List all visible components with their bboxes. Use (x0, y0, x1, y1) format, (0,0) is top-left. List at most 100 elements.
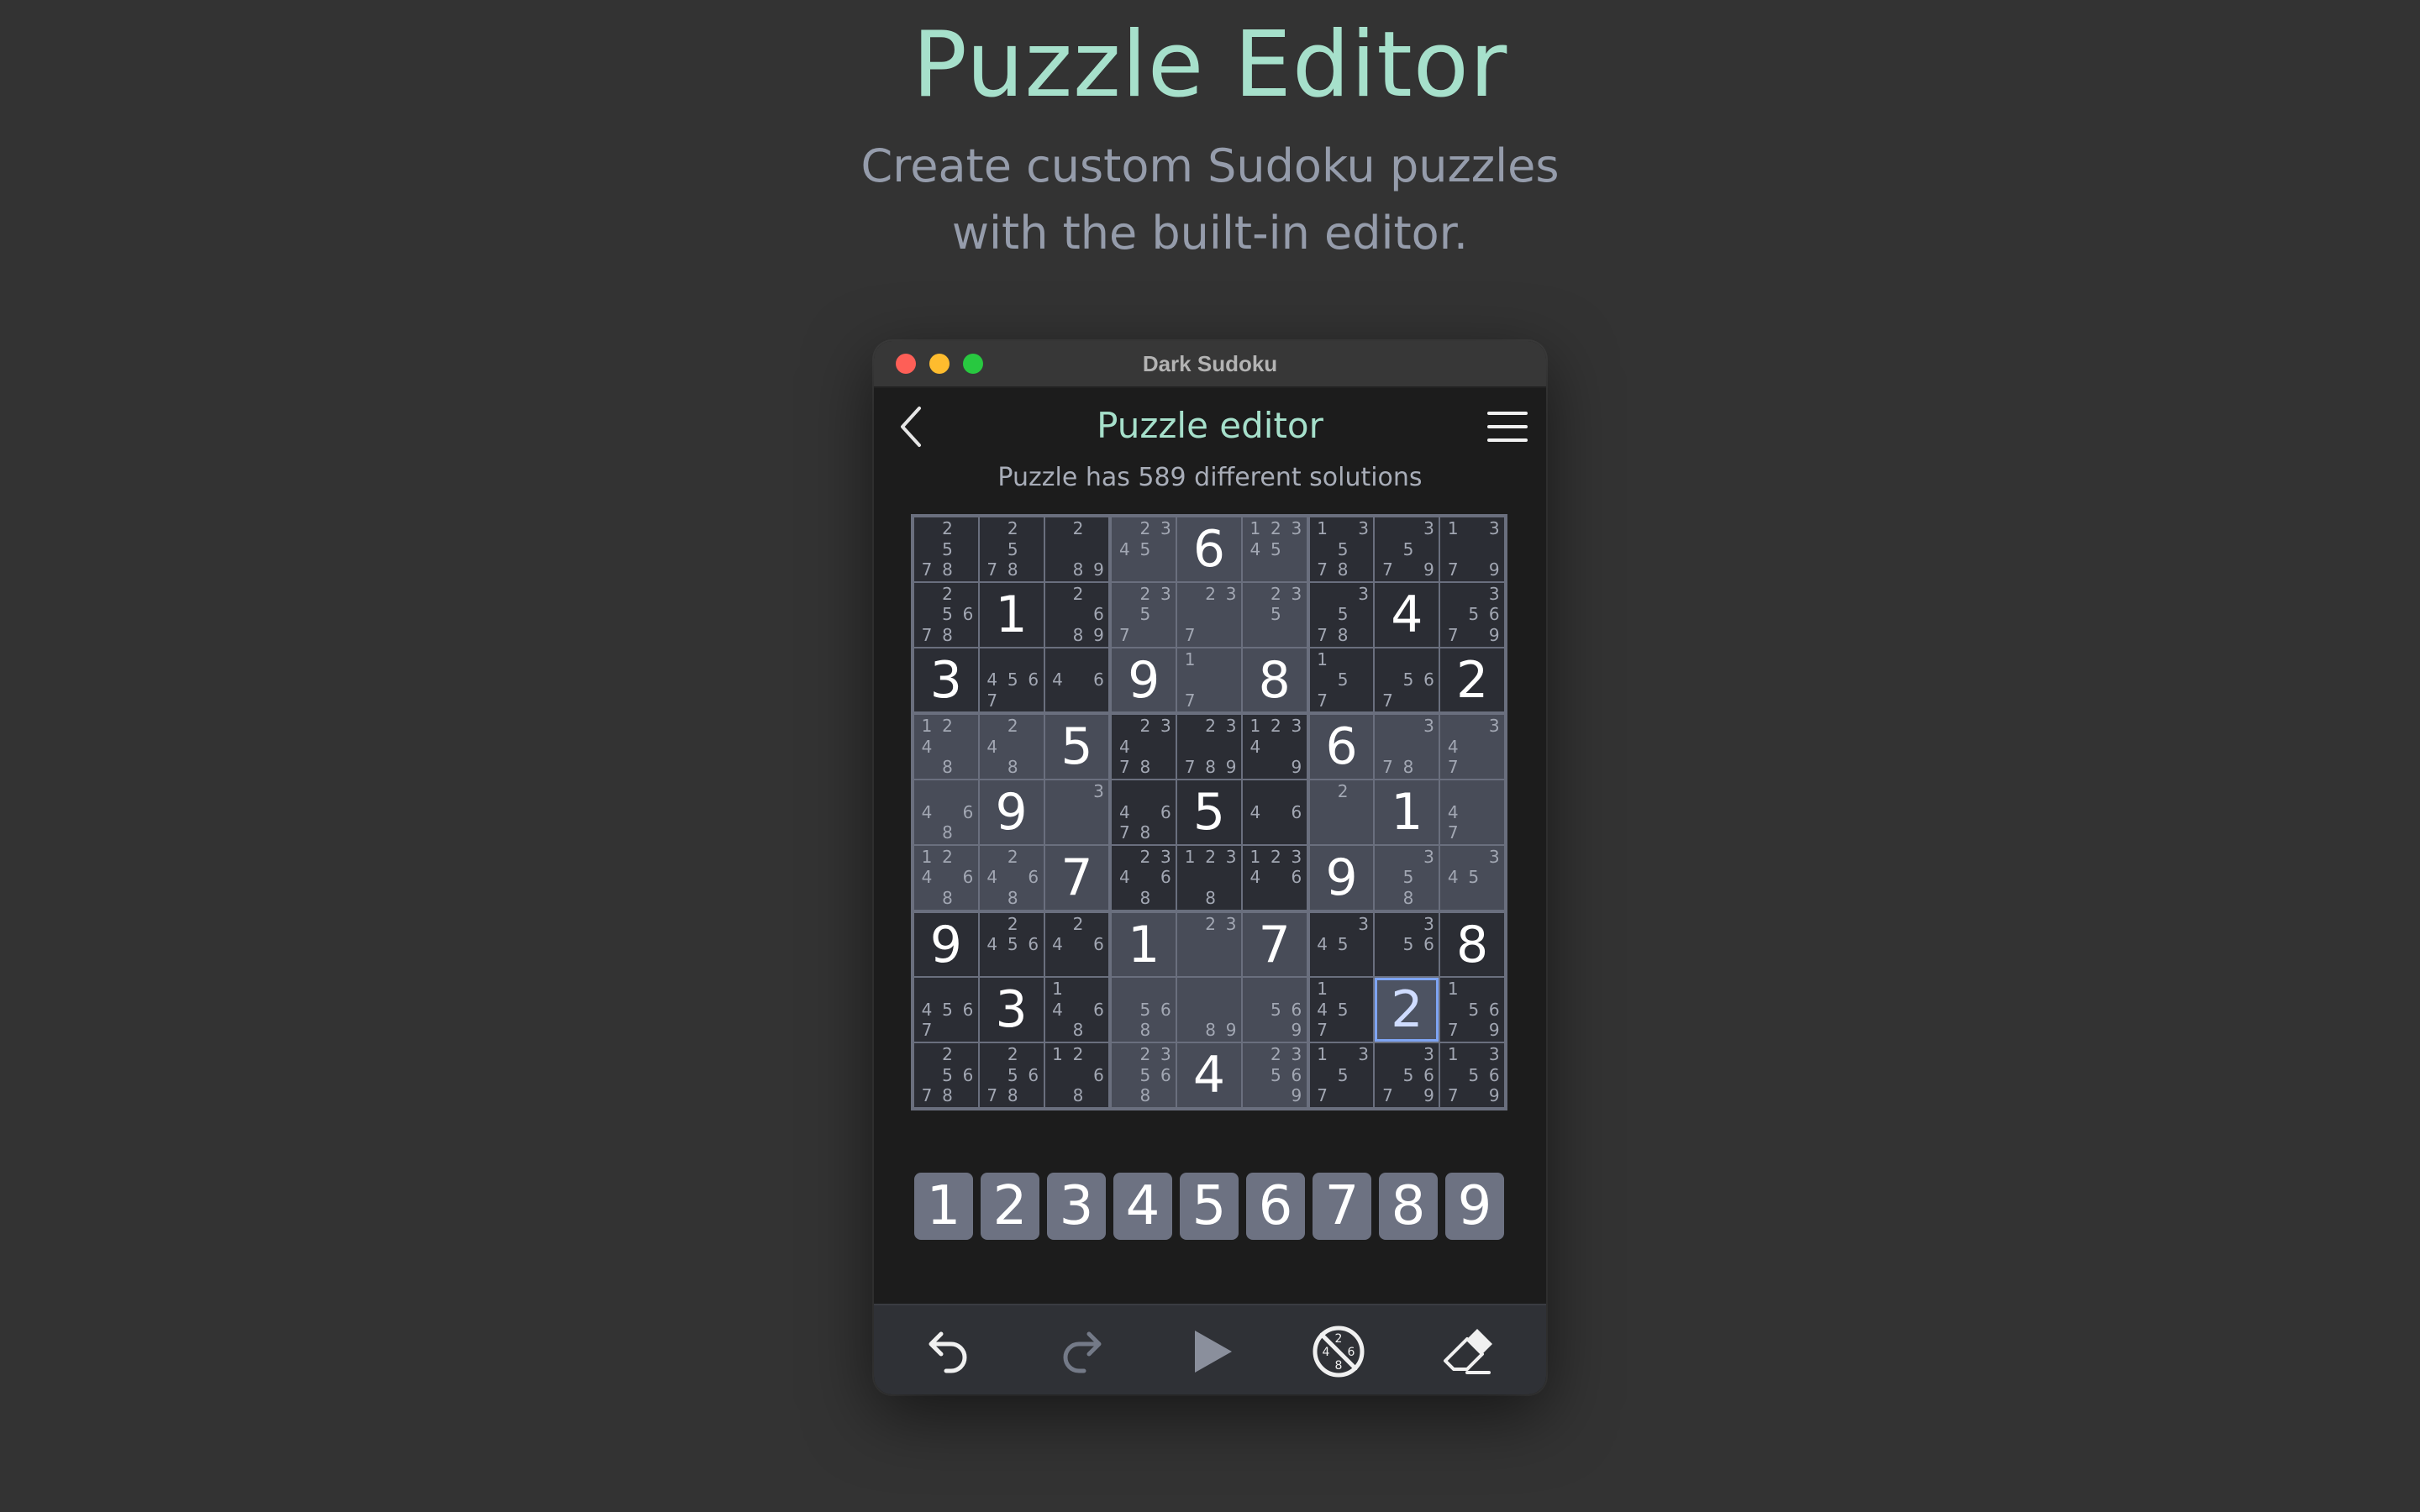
cell-r4c9[interactable]: 3 47 (1440, 715, 1504, 780)
cell-r7c7[interactable]: 3 45 (1309, 912, 1374, 977)
candidate-6: 6 (962, 801, 974, 822)
cell-r7c8[interactable]: 356 (1375, 912, 1439, 977)
cell-r6c7[interactable]: 9 (1309, 845, 1374, 910)
number-key-1[interactable]: 1 (914, 1173, 973, 1240)
eraser-button[interactable] (1437, 1322, 1496, 1381)
toggle-candidates-button[interactable]: 2 4 6 8 (1309, 1322, 1368, 1381)
cell-r2c6[interactable]: 235 (1242, 582, 1307, 647)
cell-r6c1[interactable]: 124 68 (914, 845, 978, 910)
cell-r3c9[interactable]: 2 (1440, 648, 1504, 712)
menu-button[interactable] (1484, 407, 1531, 447)
cell-r3c8[interactable]: 56 7 (1375, 648, 1439, 712)
cell-r9c1[interactable]: 256 78 (914, 1043, 978, 1107)
cell-r8c4[interactable]: 568 (1112, 978, 1176, 1042)
cell-r8c6[interactable]: 569 (1242, 978, 1307, 1042)
cell-r9c2[interactable]: 256 78 (979, 1043, 1044, 1107)
cell-r1c9[interactable]: 1 3 7 9 (1440, 517, 1504, 581)
cell-r2c9[interactable]: 356 7 9 (1440, 582, 1504, 647)
cell-r9c9[interactable]: 1 356 7 9 (1440, 1043, 1504, 1107)
cell-r5c6[interactable]: 46 (1242, 780, 1307, 844)
cell-r8c9[interactable]: 156 7 9 (1440, 978, 1504, 1042)
cell-r4c3[interactable]: 5 (1044, 715, 1109, 780)
number-key-8[interactable]: 8 (1379, 1173, 1438, 1240)
cell-r9c4[interactable]: 23568 (1112, 1043, 1176, 1107)
cell-r6c8[interactable]: 358 (1375, 845, 1439, 910)
cell-r5c7[interactable]: 2 (1309, 780, 1374, 844)
cell-r4c2[interactable]: 248 (979, 715, 1044, 780)
play-button[interactable] (1181, 1322, 1240, 1381)
number-key-9[interactable]: 9 (1445, 1173, 1504, 1240)
cell-r3c7[interactable]: 157 (1309, 648, 1374, 712)
cell-r1c4[interactable]: 23 45 (1112, 517, 1176, 581)
cell-r2c5[interactable]: 23 7 (1177, 582, 1241, 647)
cell-r7c9[interactable]: 8 (1440, 912, 1504, 977)
cell-r6c5[interactable]: 1238 (1177, 845, 1241, 910)
cell-r9c6[interactable]: 23569 (1242, 1043, 1307, 1107)
number-key-3[interactable]: 3 (1047, 1173, 1106, 1240)
cell-r2c7[interactable]: 3578 (1309, 582, 1374, 647)
cell-r4c7[interactable]: 6 (1309, 715, 1374, 780)
cell-r4c1[interactable]: 1248 (914, 715, 978, 780)
cell-r9c3[interactable]: 1268 (1044, 1043, 1109, 1107)
cell-r7c1[interactable]: 9 (914, 912, 978, 977)
candidate-7: 7 (921, 1020, 933, 1041)
cell-r1c1[interactable]: 2578 (914, 517, 978, 581)
candidate-7: 7 (986, 559, 998, 580)
cell-r8c5[interactable]: 89 (1177, 978, 1241, 1042)
number-key-6[interactable]: 6 (1246, 1173, 1305, 1240)
cell-r5c3[interactable]: 3 (1044, 780, 1109, 844)
cell-r1c7[interactable]: 1 3578 (1309, 517, 1374, 581)
cell-r6c6[interactable]: 123 4 6 (1242, 845, 1307, 910)
cell-r1c2[interactable]: 2578 (979, 517, 1044, 581)
cell-r1c3[interactable]: 2 89 (1044, 517, 1109, 581)
cell-r6c9[interactable]: 3 45 (1440, 845, 1504, 910)
cell-r9c5[interactable]: 4 (1177, 1043, 1241, 1107)
cell-r9c7[interactable]: 1 357 (1309, 1043, 1374, 1107)
cell-r7c4[interactable]: 1 (1112, 912, 1176, 977)
cell-r2c4[interactable]: 2357 (1112, 582, 1176, 647)
cell-r5c4[interactable]: 4 6 78 (1112, 780, 1176, 844)
cell-r5c2[interactable]: 9 (979, 780, 1044, 844)
cell-r1c8[interactable]: 357 9 (1375, 517, 1439, 581)
cell-r7c3[interactable]: 24 6 (1044, 912, 1109, 977)
cell-r4c8[interactable]: 3 78 (1375, 715, 1439, 780)
cell-r2c1[interactable]: 256 78 (914, 582, 978, 647)
cell-r6c4[interactable]: 23 4 68 (1112, 845, 1176, 910)
cell-r5c5[interactable]: 5 (1177, 780, 1241, 844)
cell-r5c1[interactable]: 4 68 (914, 780, 978, 844)
cell-r6c3[interactable]: 7 (1044, 845, 1109, 910)
cell-r8c8[interactable]: 2 (1375, 978, 1439, 1042)
cell-r8c2[interactable]: 3 (979, 978, 1044, 1042)
cell-r7c5[interactable]: 23 (1177, 912, 1241, 977)
cell-r4c5[interactable]: 23 789 (1177, 715, 1241, 780)
cell-r4c6[interactable]: 123 4 9 (1242, 715, 1307, 780)
number-key-5[interactable]: 5 (1180, 1173, 1239, 1240)
window-titlebar[interactable]: Dark Sudoku (874, 341, 1546, 388)
cell-r1c6[interactable]: 123 45 (1242, 517, 1307, 581)
cell-r8c7[interactable]: 1457 (1309, 978, 1374, 1042)
cell-r3c3[interactable]: 46 (1044, 648, 1109, 712)
cell-r3c1[interactable]: 3 (914, 648, 978, 712)
number-key-7[interactable]: 7 (1313, 1173, 1371, 1240)
cell-r7c6[interactable]: 7 (1242, 912, 1307, 977)
number-key-2[interactable]: 2 (981, 1173, 1039, 1240)
cell-r2c8[interactable]: 4 (1375, 582, 1439, 647)
cell-r3c6[interactable]: 8 (1242, 648, 1307, 712)
cell-r5c9[interactable]: 47 (1440, 780, 1504, 844)
undo-button[interactable] (918, 1322, 976, 1381)
cell-r9c8[interactable]: 356 7 9 (1375, 1043, 1439, 1107)
cell-r8c1[interactable]: 456 7 (914, 978, 978, 1042)
cell-r3c2[interactable]: 456 7 (979, 648, 1044, 712)
cell-r4c4[interactable]: 23 478 (1112, 715, 1176, 780)
cell-r6c2[interactable]: 24 68 (979, 845, 1044, 910)
cell-r3c5[interactable]: 17 (1177, 648, 1241, 712)
cell-r1c5[interactable]: 6 (1177, 517, 1241, 581)
cell-r7c2[interactable]: 2456 (979, 912, 1044, 977)
number-key-4[interactable]: 4 (1113, 1173, 1172, 1240)
cell-r2c2[interactable]: 1 (979, 582, 1044, 647)
cell-r8c3[interactable]: 14 68 (1044, 978, 1109, 1042)
cell-r2c3[interactable]: 2689 (1044, 582, 1109, 647)
cell-r3c4[interactable]: 9 (1112, 648, 1176, 712)
redo-button[interactable] (1054, 1322, 1113, 1381)
cell-r5c8[interactable]: 1 (1375, 780, 1439, 844)
